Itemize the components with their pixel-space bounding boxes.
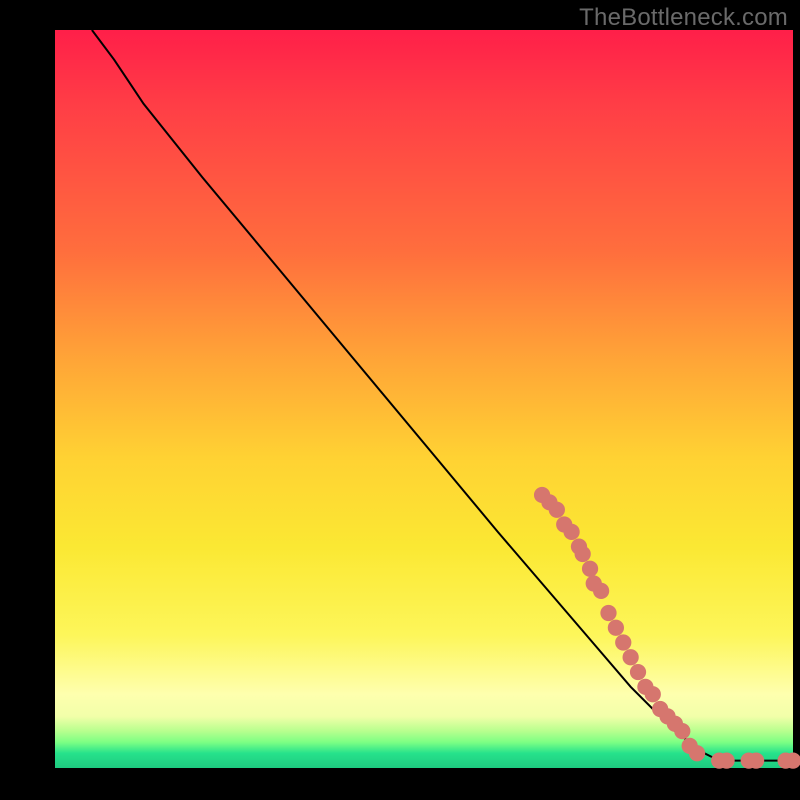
curve-svg (55, 30, 793, 768)
marker-dot (748, 753, 764, 769)
marker-dot (593, 583, 609, 599)
marker-dot (600, 605, 616, 621)
marker-dot (645, 686, 661, 702)
marker-dot (630, 664, 646, 680)
marker-dot (689, 745, 705, 761)
marker-dot (582, 561, 598, 577)
chart-frame: TheBottleneck.com (0, 0, 800, 800)
marker-dot (549, 502, 565, 518)
plot-area (55, 30, 793, 768)
marker-dots (534, 487, 800, 769)
attribution-label: TheBottleneck.com (579, 4, 788, 32)
bottleneck-curve (92, 30, 793, 761)
marker-dot (718, 753, 734, 769)
marker-dot (575, 546, 591, 562)
marker-dot (674, 723, 690, 739)
marker-dot (563, 524, 579, 540)
marker-dot (615, 634, 631, 650)
marker-dot (608, 620, 624, 636)
marker-dot (623, 649, 639, 665)
